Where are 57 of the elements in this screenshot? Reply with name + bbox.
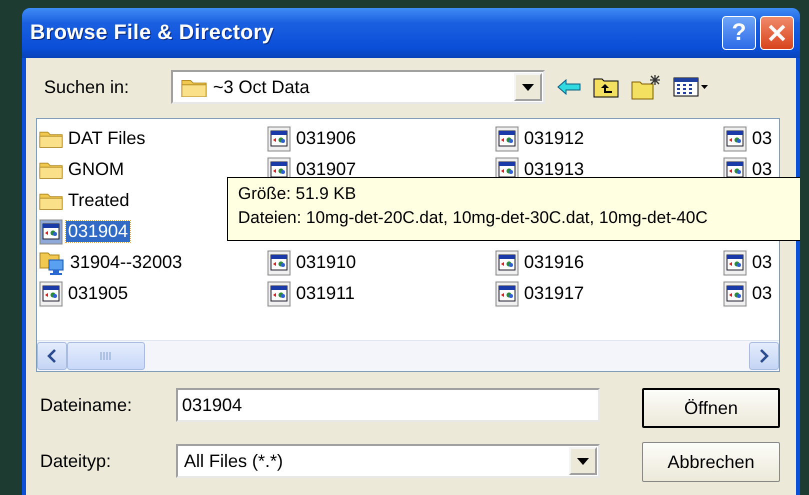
folder-up-icon[interactable] <box>593 76 619 98</box>
file-name-field[interactable]: 031904 <box>176 388 600 422</box>
caret-icon <box>522 84 534 90</box>
folder-computer-icon <box>39 250 65 276</box>
caret-icon <box>577 458 589 464</box>
file-icon <box>39 218 63 244</box>
close-icon <box>767 23 787 43</box>
chevron-right-icon <box>759 349 769 363</box>
file-item[interactable]: 031910 <box>294 252 358 273</box>
file-item[interactable]: 031912 <box>522 128 586 149</box>
dropdown-button[interactable] <box>569 447 597 475</box>
file-icon <box>495 280 519 306</box>
look-in-dropdown[interactable]: ~3 Oct Data <box>171 70 545 104</box>
file-item[interactable]: 031916 <box>522 252 586 273</box>
file-item[interactable]: 03 <box>750 128 774 149</box>
file-item[interactable]: 031904 <box>66 221 130 242</box>
file-type-label: Dateityp: <box>39 450 112 472</box>
window-title: Browse File & Directory <box>30 21 275 45</box>
tooltip-text: Dateien: 10mg-det-20C.dat, 10mg-det-30C.dat, 10mg-det-40C <box>238 208 709 228</box>
file-icon <box>267 280 291 306</box>
file-name-label: Dateiname: <box>39 394 134 416</box>
tooltip-text: Größe: 51.9 KB <box>238 184 358 204</box>
file-icon <box>723 280 747 306</box>
close-button[interactable] <box>760 16 794 50</box>
horizontal-scrollbar[interactable] <box>37 340 779 371</box>
new-folder-icon[interactable] <box>631 74 661 100</box>
file-icon <box>723 126 747 152</box>
scroll-right-button[interactable] <box>749 342 779 370</box>
view-menu-icon[interactable] <box>673 77 709 97</box>
file-item[interactable]: DAT Files <box>66 128 148 149</box>
file-item[interactable]: GNOM <box>66 159 126 180</box>
file-item[interactable]: 03 <box>750 283 774 304</box>
dialog-button[interactable]: Abbrechen <box>642 442 780 482</box>
file-item[interactable]: 03 <box>750 159 774 180</box>
file-item[interactable]: 31904--32003 <box>68 252 184 273</box>
file-icon <box>723 250 747 276</box>
look-in-label: Suchen in: <box>43 76 130 98</box>
file-item[interactable]: 031906 <box>294 128 358 149</box>
file-item[interactable]: 03 <box>750 252 774 273</box>
chevron-left-icon <box>47 349 57 363</box>
back-icon[interactable] <box>557 79 581 95</box>
scroll-thumb[interactable] <box>67 342 145 370</box>
file-item[interactable]: 031911 <box>294 283 357 304</box>
file-icon <box>267 250 291 276</box>
file-icon <box>495 126 519 152</box>
file-icon <box>495 250 519 276</box>
scroll-left-button[interactable] <box>37 342 67 370</box>
file-item[interactable]: Treated <box>66 190 132 211</box>
dropdown-button[interactable] <box>514 73 542 101</box>
file-type-dropdown[interactable]: All Files (*.*) <box>176 444 600 478</box>
file-item[interactable]: 031907 <box>294 159 358 180</box>
dialog-button[interactable]: Öffnen <box>642 388 780 428</box>
file-icon <box>267 126 291 152</box>
file-icon <box>39 280 63 306</box>
file-item[interactable]: 031917 <box>522 283 586 304</box>
file-item[interactable]: 031913 <box>522 159 586 180</box>
file-item[interactable]: 031905 <box>66 283 130 304</box>
